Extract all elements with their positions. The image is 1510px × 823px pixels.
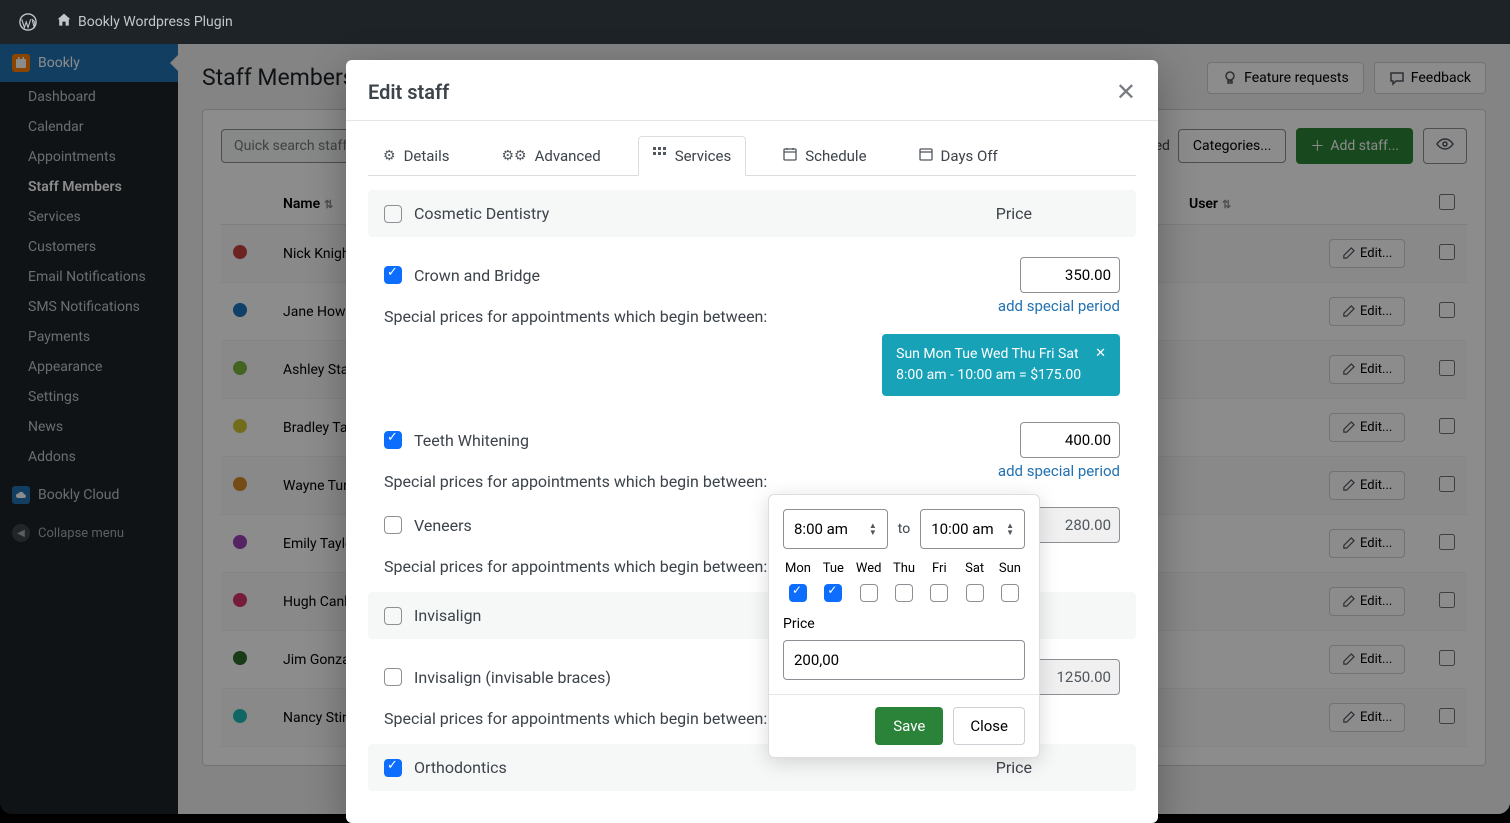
service-checkbox-veneers[interactable]	[384, 516, 402, 534]
service-checkbox-invisalign[interactable]	[384, 668, 402, 686]
price-label: Price	[783, 616, 1025, 632]
to-label: to	[898, 521, 910, 537]
category-checkbox[interactable]	[384, 205, 402, 223]
modal-title: Edit staff	[368, 80, 449, 104]
day-checkbox-thu[interactable]	[895, 584, 913, 602]
service-name-crown: Crown and Bridge	[414, 266, 1008, 285]
special-period-badge: Sun Mon Tue Wed Thu Fri Sat 8:00 am - 10…	[882, 334, 1120, 396]
service-name-teeth: Teeth Whitening	[414, 431, 1008, 450]
special-price-label: Special prices for appointments which be…	[384, 472, 767, 491]
stepper-icon: ▲▼	[869, 522, 877, 536]
day-checkbox-sun[interactable]	[1001, 584, 1019, 602]
popover-price-input[interactable]	[783, 640, 1025, 680]
site-name[interactable]: Bookly Wordpress Plugin	[78, 14, 233, 30]
calendar-icon	[919, 147, 933, 165]
tab-services[interactable]: Services	[638, 136, 747, 176]
gear-icon: ⚙	[383, 148, 396, 164]
tab-details[interactable]: ⚙ Details	[368, 135, 464, 175]
service-checkbox-teeth[interactable]	[384, 431, 402, 449]
price-header-label: Price	[996, 758, 1032, 777]
days-header: MonTueWedThuFriSatSun	[783, 561, 1025, 576]
special-period-popover: 8:00 am ▲▼ to 10:00 am ▲▼ MonTueWedThuFr…	[768, 494, 1040, 758]
calendar-clock-icon	[783, 147, 797, 165]
service-row-crown: Crown and Bridge Special prices for appo…	[368, 249, 1136, 404]
special-price-label: Special prices for appointments which be…	[384, 557, 767, 576]
tab-advanced[interactable]: ⚙⚙ Advanced	[486, 135, 615, 175]
start-time-select[interactable]: 8:00 am ▲▼	[783, 509, 888, 549]
day-checkbox-wed[interactable]	[860, 584, 878, 602]
popover-close-button[interactable]: Close	[953, 707, 1025, 745]
category-name: Cosmetic Dentistry	[414, 204, 984, 223]
service-checkbox-crown[interactable]	[384, 266, 402, 284]
end-time-select[interactable]: 10:00 am ▲▼	[920, 509, 1025, 549]
day-checkbox-fri[interactable]	[930, 584, 948, 602]
day-checkbox-sat[interactable]	[966, 584, 984, 602]
category-name: Orthodontics	[414, 758, 984, 777]
popover-save-button[interactable]: Save	[875, 707, 943, 745]
gears-icon: ⚙⚙	[501, 148, 526, 164]
day-checkbox-tue[interactable]	[824, 584, 842, 602]
category-checkbox[interactable]	[384, 607, 402, 625]
tab-schedule[interactable]: Schedule	[768, 135, 881, 175]
day-checkbox-mon[interactable]	[789, 584, 807, 602]
special-price-label: Special prices for appointments which be…	[384, 307, 767, 326]
service-row-teeth: Teeth Whitening Special prices for appoi…	[368, 414, 1136, 499]
modal-tabs: ⚙ Details ⚙⚙ Advanced Services Schedule …	[346, 135, 1158, 175]
stepper-icon: ▲▼	[1006, 522, 1014, 536]
add-special-period-link[interactable]: add special period	[998, 462, 1120, 480]
special-price-label: Special prices for appointments which be…	[384, 709, 767, 728]
admin-bar: Bookly Wordpress Plugin	[0, 0, 1510, 44]
badge-close-icon[interactable]: ✕	[1095, 346, 1106, 361]
price-input-teeth[interactable]	[1020, 422, 1120, 458]
home-icon[interactable]	[56, 12, 72, 32]
wp-logo-icon[interactable]	[18, 12, 38, 32]
category-checkbox[interactable]	[384, 759, 402, 777]
add-special-period-link[interactable]: add special period	[998, 297, 1120, 315]
price-input-crown[interactable]	[1020, 257, 1120, 293]
grid-icon	[653, 147, 667, 165]
tab-daysoff[interactable]: Days Off	[904, 135, 1013, 175]
category-header-cosmetic: Cosmetic Dentistry Price	[368, 190, 1136, 237]
modal-close-button[interactable]: ✕	[1116, 78, 1136, 106]
badge-text: Sun Mon Tue Wed Thu Fri Sat 8:00 am - 10…	[896, 344, 1081, 386]
price-header-label: Price	[996, 204, 1032, 223]
